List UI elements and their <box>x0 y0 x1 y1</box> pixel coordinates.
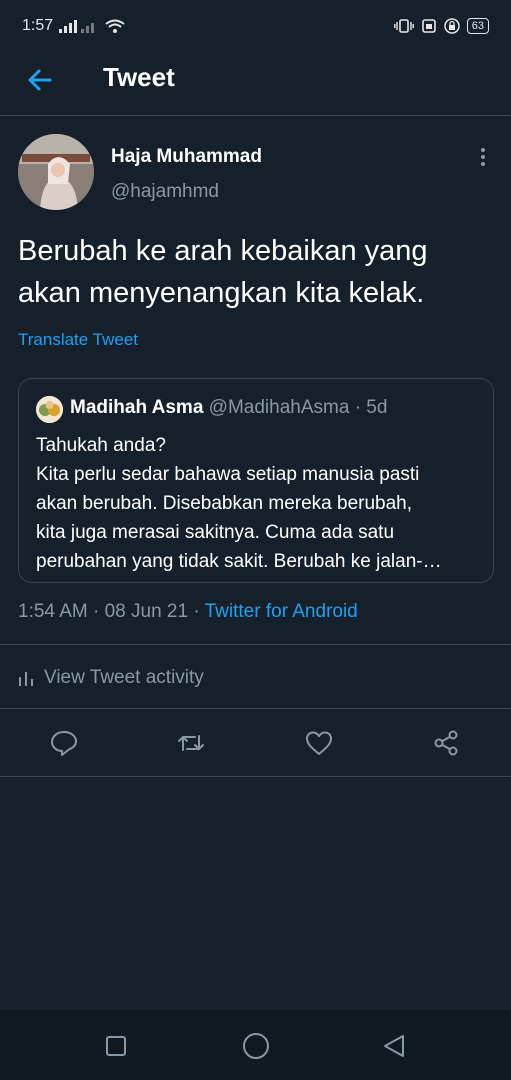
lock-icon <box>444 18 460 34</box>
status-right: 63 <box>393 18 489 34</box>
vibrate-icon <box>393 19 414 33</box>
avatar-image <box>18 134 94 210</box>
signal-icon <box>59 20 95 33</box>
quoted-author-name: Madihah Asma <box>70 397 204 418</box>
status-bar: 1:57 63 <box>0 0 511 52</box>
quoted-avatar <box>36 396 63 423</box>
tweet-text-line: akan menyenangkan kita kelak. <box>18 277 425 309</box>
back-button[interactable] <box>381 1033 407 1059</box>
page-title: Tweet <box>103 62 175 92</box>
quoted-text-line: kita juga merasai sakitnya. Cuma ada sat… <box>36 522 395 543</box>
navigation-bar <box>0 1010 511 1080</box>
tweet-time: 1:54 AM <box>18 601 88 622</box>
quoted-age: · 5d <box>354 397 388 418</box>
retweet-icon[interactable] <box>176 728 206 758</box>
author-name[interactable]: Haja Muhammad <box>111 146 262 168</box>
quoted-text-line: Kita perlu sedar bahawa setiap manusia p… <box>36 464 420 485</box>
header: Tweet <box>0 52 511 116</box>
view-tweet-activity-label: View Tweet activity <box>44 667 204 688</box>
status-left: 1:57 <box>22 17 125 35</box>
tweet-actions <box>0 720 511 768</box>
tweet-date: 08 Jun 21 <box>104 601 189 622</box>
meta-separator: · <box>87 601 105 622</box>
quoted-text-line: perubahan yang tidak sakit. Berubah ke j… <box>36 551 442 572</box>
meta-separator: · <box>188 601 205 622</box>
tweet-text-line: Berubah ke arah kebaikan yang <box>18 235 428 267</box>
wifi-icon <box>105 19 125 33</box>
quoted-author-handle: @MadihahAsma <box>208 397 350 418</box>
divider <box>0 776 511 777</box>
quoted-tweet-card[interactable]: Madihah Asma @MadihahAsma · 5d Tahukah a… <box>18 378 494 583</box>
quoted-text-line: Tahukah anda? <box>36 435 166 456</box>
status-time: 1:57 <box>22 17 54 34</box>
divider <box>0 708 511 709</box>
quoted-text: Tahukah anda? Kita perlu sedar bahawa se… <box>36 431 482 576</box>
view-tweet-activity[interactable]: View Tweet activity <box>18 660 204 696</box>
recent-apps-button[interactable] <box>105 1035 127 1057</box>
sim-icon <box>421 19 436 33</box>
bar-chart-icon <box>19 672 33 686</box>
reply-icon[interactable] <box>49 728 79 758</box>
tweet-source-link[interactable]: Twitter for Android <box>205 601 358 622</box>
tweet-meta: 1:54 AM · 08 Jun 21 · Twitter for Androi… <box>18 601 358 623</box>
avatar[interactable] <box>18 134 94 210</box>
share-icon[interactable] <box>431 728 461 758</box>
like-icon[interactable] <box>304 728 334 758</box>
battery-indicator: 63 <box>466 18 489 34</box>
tweet-text: Berubah ke arah kebaikan yang akan menye… <box>18 230 488 314</box>
more-options-icon[interactable] <box>474 146 492 168</box>
quoted-header: Madihah Asma @MadihahAsma · 5d <box>70 397 387 419</box>
quoted-avatar-image <box>36 396 63 423</box>
author-handle[interactable]: @hajamhmd <box>111 181 219 203</box>
translate-tweet-link[interactable]: Translate Tweet <box>18 330 138 350</box>
quoted-text-line: akan berubah. Disebabkan mereka berubah, <box>36 493 413 514</box>
home-button[interactable] <box>241 1031 271 1061</box>
back-arrow-icon[interactable] <box>26 66 54 94</box>
divider <box>0 644 511 645</box>
